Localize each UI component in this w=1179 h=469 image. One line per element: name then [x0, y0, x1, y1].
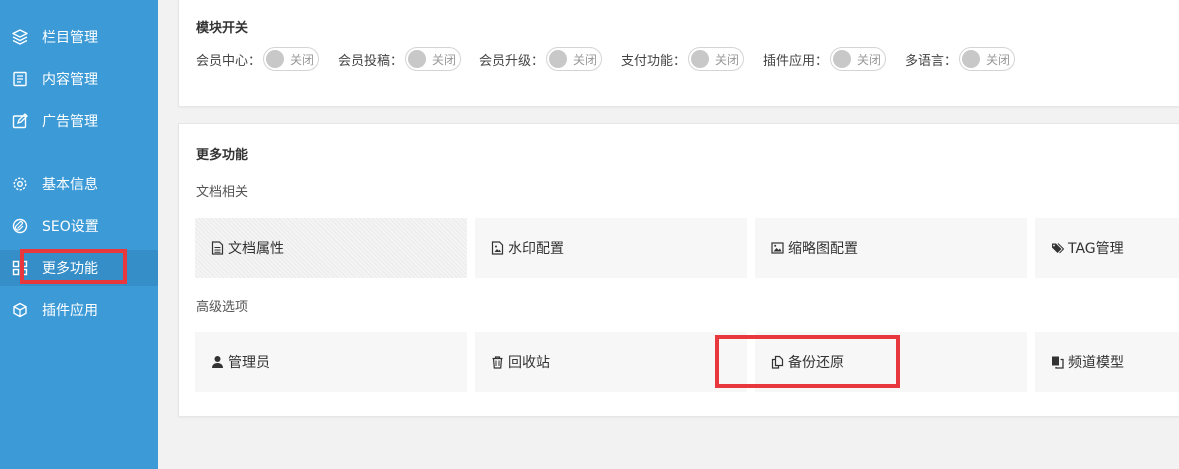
module-switch-panel: 模块开关 会员中心： 关闭 会员投稿： 关闭 会员升级： 关闭 支付功能： 关闭…	[178, 0, 1179, 107]
member-center-toggle[interactable]: 关闭	[263, 47, 320, 71]
file-text-icon	[211, 241, 224, 255]
backup-restore-button[interactable]: 备份还原	[755, 332, 1027, 392]
func-label: 频道模型	[1068, 355, 1124, 371]
switch-label: 多语言：	[905, 53, 958, 69]
func-label: 备份还原	[788, 355, 844, 371]
toggle-state: 关闭	[986, 52, 1011, 67]
thumbnail-config-button[interactable]: 缩略图配置	[755, 218, 1027, 278]
sidebar-item-label: 内容管理	[42, 72, 98, 88]
channel-model-button[interactable]: 频道模型	[1035, 332, 1179, 392]
cube-icon	[12, 302, 28, 318]
switch-group: 支付功能： 关闭	[621, 47, 745, 71]
switch-group: 会员升级： 关闭	[479, 47, 603, 71]
layers-icon	[12, 29, 28, 45]
toggle-knob	[691, 50, 710, 68]
sidebar-item-label: 基本信息	[42, 177, 98, 193]
sidebar-item-label: 更多功能	[42, 261, 98, 277]
files-icon	[1051, 355, 1064, 369]
plugin-toggle[interactable]: 关闭	[830, 47, 887, 71]
func-label: 缩略图配置	[788, 241, 858, 257]
sidebar-item-label: 广告管理	[42, 114, 98, 130]
doc-section-title: 文档相关	[196, 185, 249, 200]
payment-toggle[interactable]: 关闭	[688, 47, 745, 71]
func-label: 文档属性	[228, 241, 284, 257]
advanced-section-title: 高级选项	[196, 300, 249, 315]
toggle-state: 关闭	[290, 52, 315, 67]
document-icon	[12, 71, 28, 87]
toggle-state: 关闭	[715, 52, 740, 67]
sidebar-item-content-management[interactable]: 内容管理	[0, 61, 158, 97]
sidebar-item-seo-settings[interactable]: SEO设置	[0, 208, 158, 244]
sidebar-item-plugins[interactable]: 插件应用	[0, 292, 158, 328]
toggle-state: 关闭	[432, 52, 457, 67]
toggle-knob	[549, 50, 568, 68]
admin-button[interactable]: 管理员	[195, 332, 467, 392]
user-icon	[211, 355, 224, 369]
trash-icon	[491, 355, 504, 369]
sidebar-item-column-management[interactable]: 栏目管理	[0, 19, 158, 55]
image-icon	[771, 241, 784, 255]
toggle-knob	[408, 50, 427, 68]
toggle-knob	[833, 50, 852, 68]
toggle-state: 关闭	[573, 52, 598, 67]
doc-attributes-button[interactable]: 文档属性	[195, 218, 467, 278]
switch-label: 会员投稿：	[338, 53, 404, 69]
tags-icon	[1051, 241, 1064, 255]
copy-icon	[771, 355, 784, 369]
edit-icon	[12, 113, 28, 129]
more-functions-title: 更多功能	[196, 148, 249, 163]
switch-group: 多语言： 关闭	[905, 47, 1016, 71]
sidebar-item-label: 栏目管理	[42, 30, 98, 46]
tag-management-button[interactable]: TAG管理	[1035, 218, 1179, 278]
switch-group: 会员中心： 关闭	[196, 47, 320, 71]
module-switch-title: 模块开关	[196, 21, 249, 36]
func-label: TAG管理	[1068, 241, 1124, 257]
toggle-state: 关闭	[857, 52, 882, 67]
func-label: 水印配置	[508, 241, 564, 257]
sidebar-item-label: SEO设置	[42, 219, 99, 235]
paperclip-icon	[12, 218, 28, 234]
switch-label: 会员中心：	[196, 53, 262, 69]
recycle-bin-button[interactable]: 回收站	[475, 332, 747, 392]
func-label: 回收站	[508, 355, 550, 371]
sidebar-item-basic-info[interactable]: 基本信息	[0, 166, 158, 202]
switch-label: 插件应用：	[763, 53, 829, 69]
member-submit-toggle[interactable]: 关闭	[405, 47, 462, 71]
sidebar-item-ad-management[interactable]: 广告管理	[0, 103, 158, 139]
member-upgrade-toggle[interactable]: 关闭	[546, 47, 603, 71]
watermark-config-button[interactable]: 水印配置	[475, 218, 747, 278]
sidebar-item-more-functions[interactable]: 更多功能	[0, 250, 158, 286]
sidebar: 栏目管理 内容管理 广告管理 基本信息 SEO设置 更多功能 插件应用	[0, 0, 158, 469]
toggle-knob	[266, 50, 285, 68]
file-image-icon	[491, 241, 504, 255]
multi-language-toggle[interactable]: 关闭	[959, 47, 1016, 71]
grid-icon	[12, 260, 28, 276]
toggle-knob	[962, 50, 981, 68]
sidebar-item-label: 插件应用	[42, 303, 98, 319]
gear-icon	[12, 176, 28, 192]
switch-group: 会员投稿： 关闭	[338, 47, 462, 71]
func-label: 管理员	[228, 355, 270, 371]
more-functions-panel: 更多功能 文档相关 文档属性 水印配置 缩略图配置 TAG管理 高级选项 管理员…	[178, 123, 1179, 417]
switch-label: 会员升级：	[479, 53, 545, 69]
switch-label: 支付功能：	[621, 53, 687, 69]
switch-group: 插件应用： 关闭	[763, 47, 887, 71]
